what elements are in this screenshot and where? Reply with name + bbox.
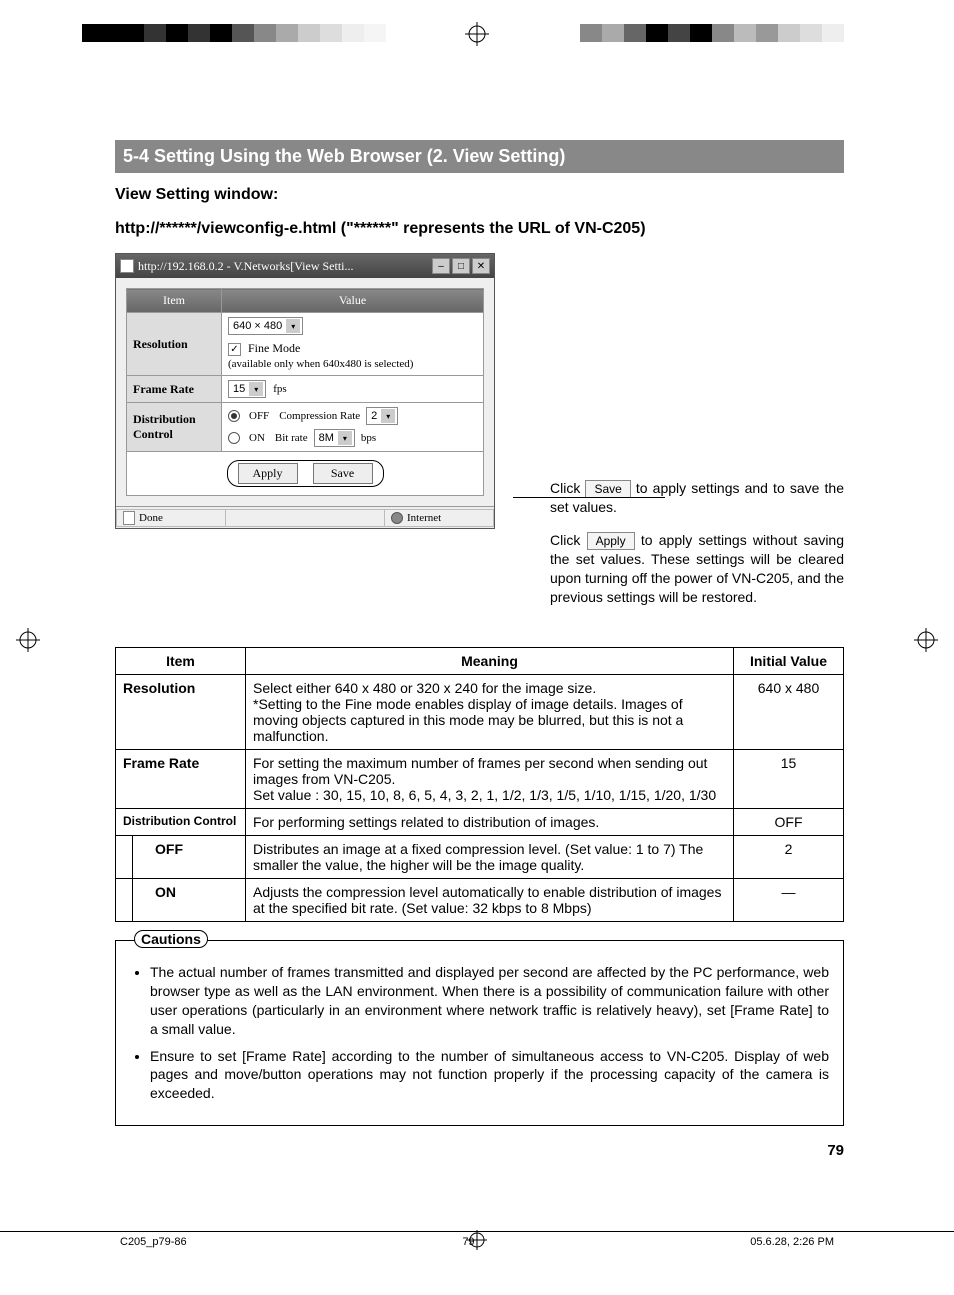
- cautions-label: Cautions: [134, 930, 208, 948]
- status-zone: Internet: [407, 512, 441, 524]
- footer-left: C205_p79-86: [120, 1236, 187, 1248]
- caution-item: Ensure to set [Frame Rate] according to …: [150, 1047, 829, 1104]
- compression-label: Compression Rate: [279, 410, 360, 422]
- fine-mode-label: Fine Mode: [248, 341, 300, 355]
- window-titlebar: http://192.168.0.2 - V.Networks[View Set…: [116, 254, 494, 278]
- table-row: Frame Rate For setting the maximum numbe…: [116, 749, 844, 808]
- th-meaning: Meaning: [246, 647, 734, 674]
- table-row: Distribution Control For performing sett…: [116, 808, 844, 835]
- save-button[interactable]: Save: [313, 463, 373, 484]
- framerate-value: 15: [233, 383, 245, 395]
- window-title: http://192.168.0.2 - V.Networks[View Set…: [138, 259, 354, 274]
- framerate-select[interactable]: 15 ▾: [228, 380, 266, 398]
- globe-icon: [391, 512, 403, 524]
- th-item: Item: [116, 647, 246, 674]
- dist-off-radio[interactable]: [228, 410, 240, 422]
- bitrate-select[interactable]: 8M ▾: [314, 429, 355, 447]
- status-bar: Done Internet: [116, 506, 494, 528]
- subheading-1: View Setting window:: [115, 183, 844, 207]
- fine-mode-checkbox[interactable]: ✓: [228, 343, 241, 356]
- col-item: Item: [127, 289, 222, 313]
- inline-save-button: Save: [585, 480, 630, 498]
- registration-mark-left: [16, 628, 40, 652]
- status-done: Done: [139, 512, 163, 524]
- chevron-down-icon: ▾: [381, 409, 395, 423]
- chevron-down-icon: ▾: [249, 382, 263, 396]
- page-icon: [120, 259, 134, 273]
- close-button[interactable]: ✕: [472, 258, 490, 274]
- dist-off-label: OFF: [249, 410, 269, 422]
- callout-apply: Click Apply to apply settings without sa…: [550, 531, 844, 607]
- compression-select[interactable]: 2 ▾: [366, 407, 398, 425]
- table-row: Resolution Select either 640 x 480 or 32…: [116, 674, 844, 749]
- bitrate-label: Bit rate: [275, 432, 308, 444]
- registration-mark-top: [465, 22, 489, 46]
- chevron-down-icon: ▾: [286, 319, 300, 333]
- row-resolution-label: Resolution: [127, 313, 222, 376]
- framerate-unit: fps: [273, 383, 286, 395]
- minimize-button[interactable]: –: [432, 258, 450, 274]
- print-footer: C205_p79-86 79 05.6.28, 2:26 PM: [0, 1231, 954, 1268]
- caution-item: The actual number of frames transmitted …: [150, 963, 829, 1039]
- leader-line-save: [513, 497, 665, 498]
- dist-on-radio[interactable]: [228, 432, 240, 444]
- button-highlight-ring: Apply Save: [227, 460, 384, 487]
- button-row: Apply Save: [126, 452, 484, 496]
- resolution-select[interactable]: 640 × 480 ▾: [228, 317, 303, 335]
- browser-window: http://192.168.0.2 - V.Networks[View Set…: [115, 253, 495, 529]
- section-title: 5-4 Setting Using the Web Browser (2. Vi…: [115, 140, 844, 173]
- row-framerate-label: Frame Rate: [127, 376, 222, 403]
- th-initial: Initial Value: [734, 647, 844, 674]
- chevron-down-icon: ▾: [338, 431, 352, 445]
- page-number: 79: [115, 1142, 844, 1159]
- maximize-button[interactable]: □: [452, 258, 470, 274]
- dist-on-label: ON: [249, 432, 265, 444]
- resolution-value: 640 × 480: [233, 320, 282, 332]
- table-row: ON Adjusts the compression level automat…: [116, 878, 844, 921]
- registration-mark-right: [914, 628, 938, 652]
- row-distribution-label: Distribution Control: [127, 403, 222, 452]
- config-table: Item Value Resolution 640 × 480 ▾ ✓: [126, 288, 484, 452]
- footer-right: 05.6.28, 2:26 PM: [750, 1236, 834, 1248]
- bitrate-unit: bps: [361, 432, 376, 444]
- apply-button[interactable]: Apply: [238, 463, 298, 484]
- print-color-bar-right: [580, 24, 844, 42]
- col-value: Value: [222, 289, 484, 313]
- subheading-2: http://******/viewconfig-e.html ("******…: [115, 217, 844, 241]
- callout-save: Click Save to apply settings and to save…: [550, 479, 844, 517]
- compression-value: 2: [371, 410, 377, 422]
- meaning-table: Item Meaning Initial Value Resolution Se…: [115, 647, 844, 922]
- print-color-bar-left: [82, 24, 386, 42]
- table-row: OFF Distributes an image at a fixed comp…: [116, 835, 844, 878]
- cautions-box: Cautions The actual number of frames tra…: [115, 940, 844, 1126]
- registration-mark-bottom: [467, 1230, 487, 1253]
- document-icon: [123, 511, 135, 525]
- fine-mode-note: (available only when 640x480 is selected…: [228, 358, 413, 370]
- bitrate-value: 8M: [319, 432, 334, 444]
- inline-apply-button: Apply: [587, 532, 635, 550]
